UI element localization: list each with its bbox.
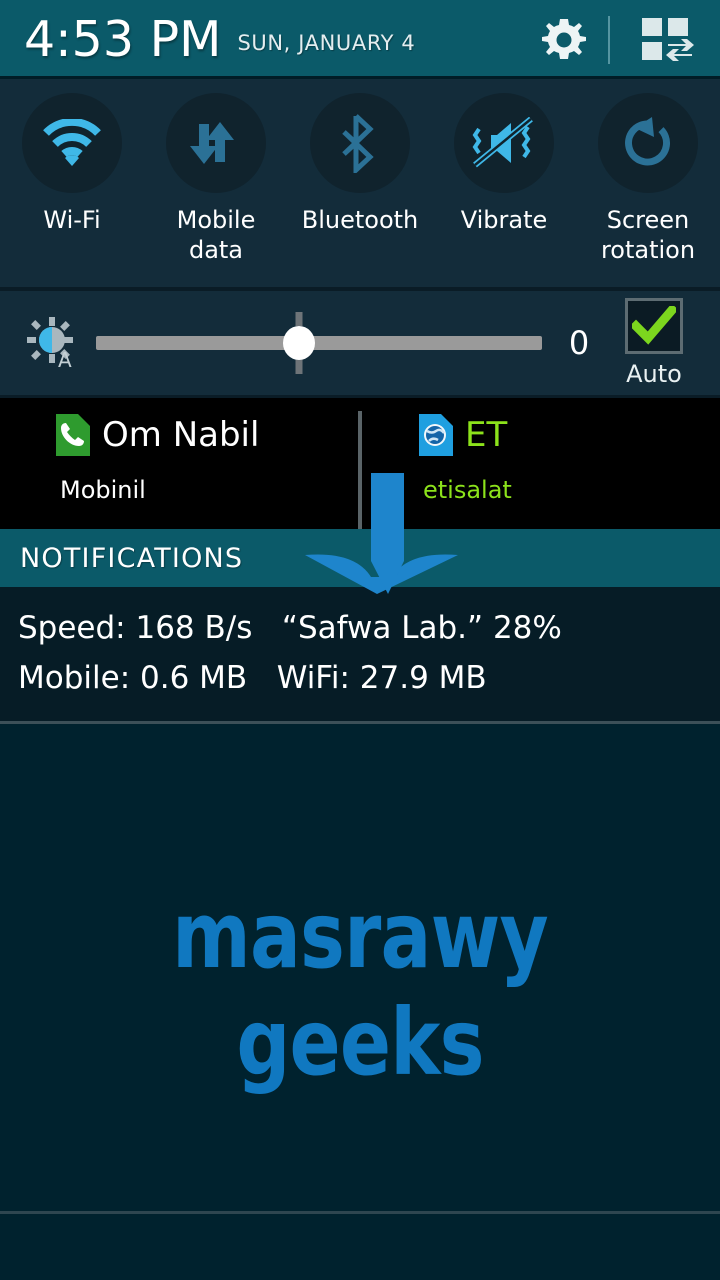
sim-card-1[interactable]: Om Nabil Mobinil — [0, 398, 357, 529]
auto-checkbox[interactable] — [625, 298, 683, 354]
watermark-text: masrawy geeks — [172, 882, 548, 1096]
toggle-mobile-data-circle — [166, 93, 266, 193]
sim-card-1-top: Om Nabil — [56, 414, 357, 456]
quick-toggle-button[interactable] — [628, 16, 706, 64]
notification-item-data-usage[interactable]: Speed: 168 B/s “Safwa Lab.” 28% Mobile: … — [0, 587, 720, 721]
clock-date: SUN, JANUARY 4 — [237, 30, 416, 55]
toggle-wifi-label: Wi-Fi — [43, 206, 101, 234]
status-bar-actions — [528, 14, 706, 66]
sim-card-2-top: ET — [419, 414, 720, 456]
status-bar: 4:53 PM SUN, JANUARY 4 — [0, 0, 720, 79]
brightness-auto-toggle[interactable]: Auto — [608, 298, 700, 388]
clock-time: 4:53 PM — [24, 11, 222, 68]
notification-line-2: Mobile: 0.6 MB WiFi: 27.9 MB — [18, 660, 487, 696]
sim-card-1-name: Om Nabil — [102, 415, 260, 455]
shade-body: masrawy geeks — [0, 724, 720, 1236]
sim-card-2[interactable]: ET etisalat — [357, 398, 720, 529]
toggle-bluetooth-circle — [310, 93, 410, 193]
toggle-mobile-data-label: Mobile data — [176, 206, 256, 264]
brightness-auto-icon: A — [27, 317, 73, 371]
toggle-mobile-data[interactable]: Mobile data — [144, 93, 288, 265]
notifications-header: NOTIFICATIONS — [0, 529, 720, 587]
quick-settings-toggles: Wi-Fi Mobile data Bluetooth Vibrate Scre… — [0, 79, 720, 287]
brightness-slider-track — [96, 336, 542, 350]
sim-phone-icon — [56, 414, 90, 456]
toggle-bluetooth-label: Bluetooth — [301, 206, 419, 234]
gear-icon — [542, 18, 586, 59]
brightness-slider-thumb[interactable] — [282, 326, 315, 360]
svg-text:A: A — [58, 348, 72, 371]
toggle-screen-rotation-label: Screen rotation — [600, 206, 696, 264]
toggle-vibrate-circle — [454, 93, 554, 193]
mobile-data-icon — [190, 122, 234, 164]
checkmark-icon — [632, 306, 676, 345]
sim-card-2-carrier: etisalat — [423, 476, 512, 504]
toggle-vibrate[interactable]: Vibrate — [432, 93, 576, 235]
vibrate-mute-icon — [472, 117, 533, 168]
toggle-wifi[interactable]: Wi-Fi — [0, 93, 144, 235]
grid-swap-icon — [642, 17, 694, 61]
notifications-header-label: NOTIFICATIONS — [20, 542, 244, 574]
status-bar-separator — [608, 15, 610, 64]
notification-shade-screen: 4:53 PM SUN, JANUARY 4 Wi-Fi Mobile data… — [0, 0, 720, 1280]
toggle-wifi-circle — [22, 93, 122, 193]
bottom-divider — [0, 1211, 720, 1214]
settings-button[interactable] — [528, 14, 600, 66]
toggle-bluetooth[interactable]: Bluetooth — [288, 93, 432, 235]
toggle-screen-rotation[interactable]: Screen rotation — [576, 93, 720, 265]
notification-line-1: Speed: 168 B/s “Safwa Lab.” 28% — [18, 610, 562, 646]
brightness-icon-wrap: A — [20, 315, 86, 371]
wifi-icon — [43, 119, 101, 166]
brightness-value: 0 — [568, 324, 590, 362]
brightness-row: A 0 Auto — [0, 291, 720, 395]
sim-cards-row: Om Nabil Mobinil ET etisalat — [0, 398, 720, 529]
sim-divider — [358, 411, 362, 529]
toggle-vibrate-label: Vibrate — [460, 206, 548, 234]
brightness-slider[interactable] — [96, 317, 542, 369]
bluetooth-icon — [342, 114, 374, 173]
sim-globe-icon — [419, 414, 453, 456]
sim-card-1-carrier: Mobinil — [60, 476, 146, 504]
toggle-screen-rotation-circle — [598, 93, 698, 193]
screen-rotation-icon — [625, 117, 671, 166]
auto-label: Auto — [626, 360, 682, 388]
sim-card-2-name: ET — [465, 415, 508, 455]
status-bar-underline — [0, 76, 720, 79]
